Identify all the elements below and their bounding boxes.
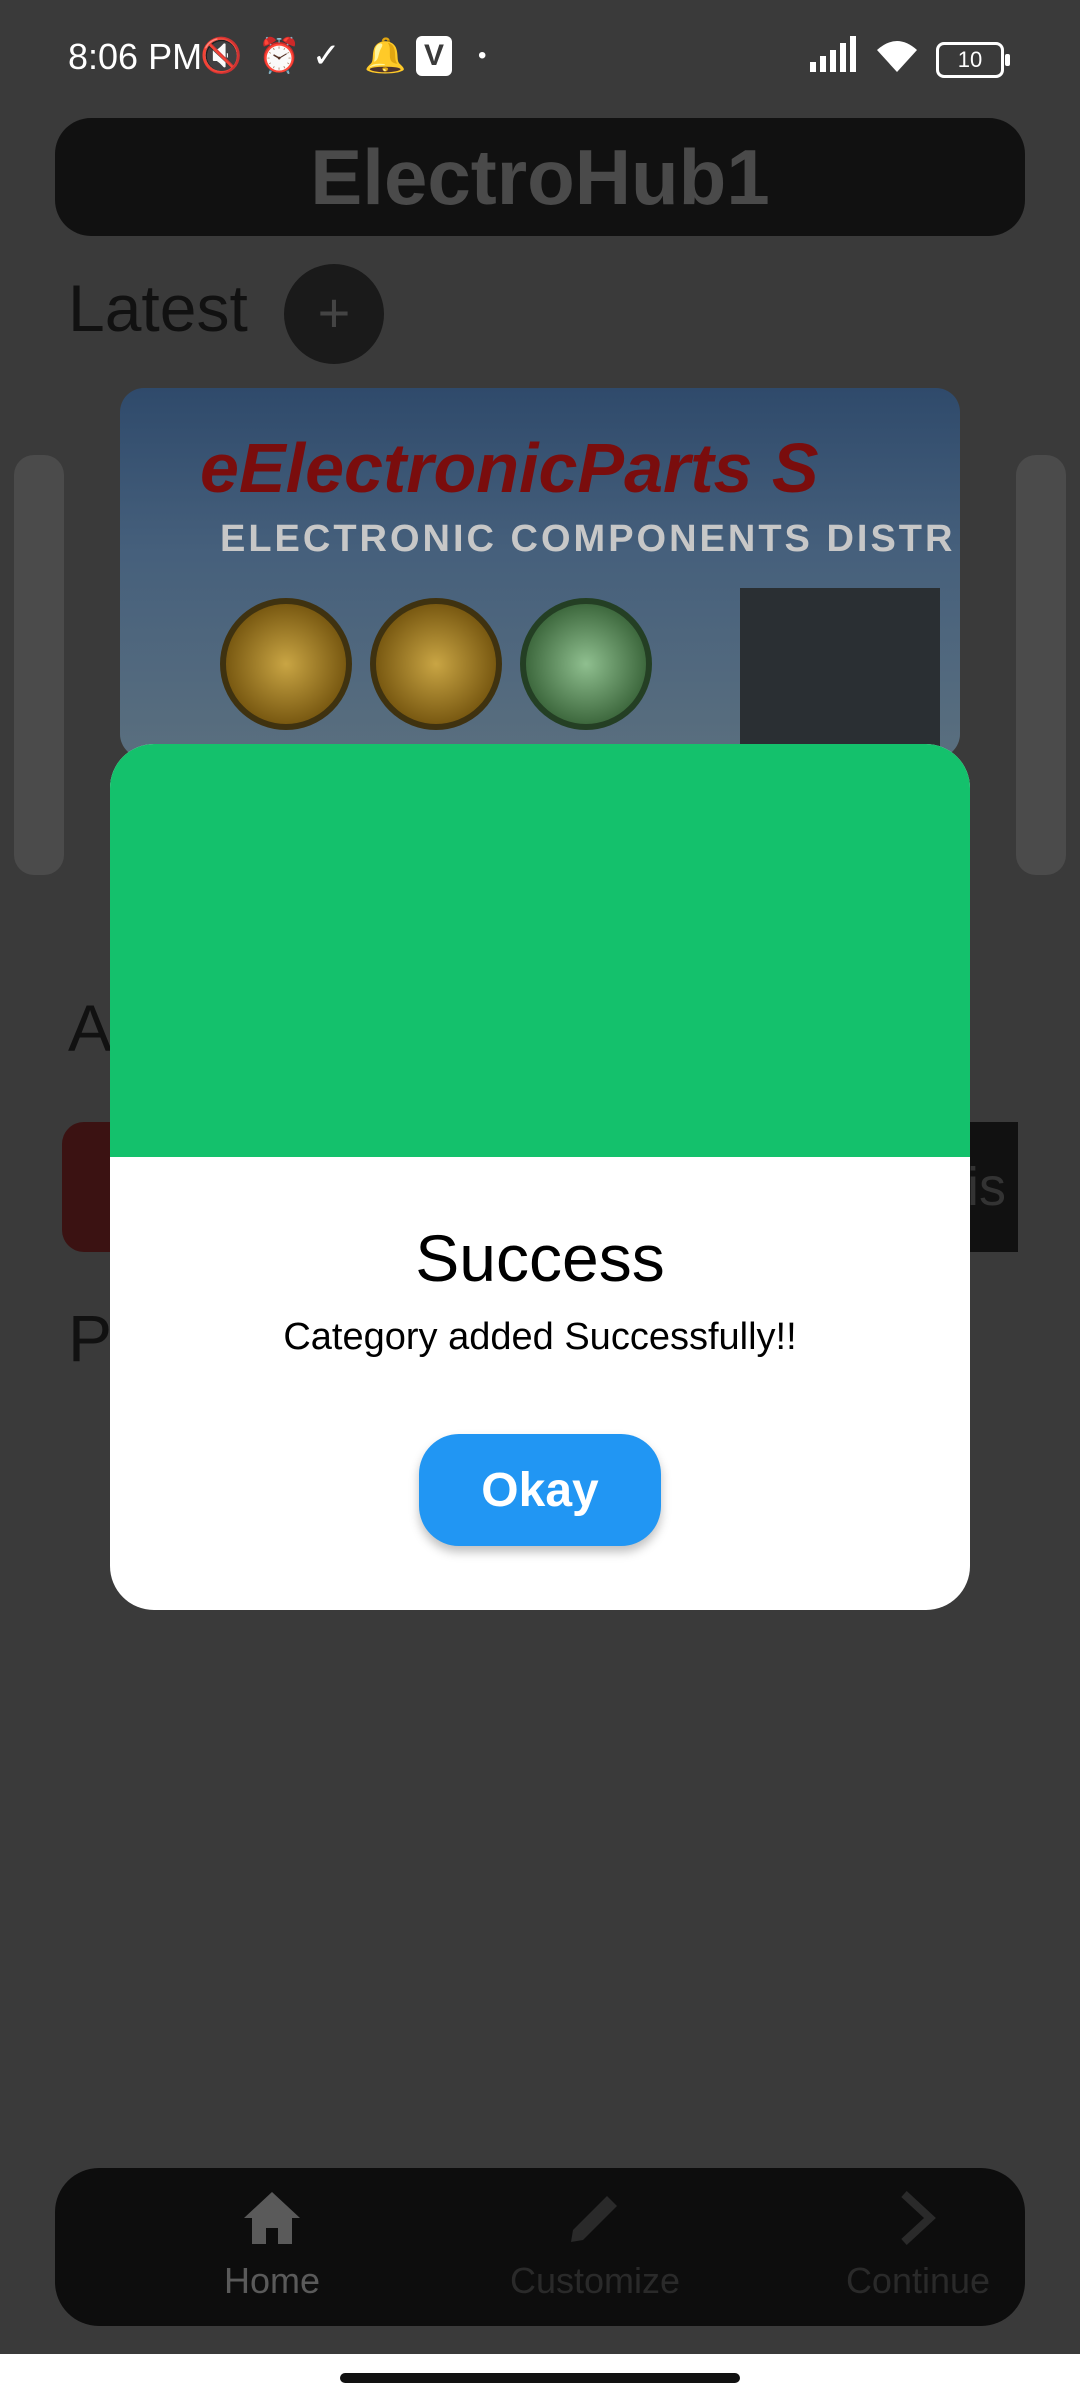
dialog-title: Success (415, 1221, 665, 1295)
carousel-card-current[interactable]: eElectronicParts S ELECTRONIC COMPONENTS… (120, 388, 960, 758)
gesture-bar[interactable] (340, 2373, 740, 2383)
section-heading-p: P (68, 1301, 113, 1375)
carousel-subtitle: ELECTRONIC COMPONENTS DISTR (220, 518, 956, 560)
check-icon: ✓ (312, 37, 341, 75)
status-bar: 8:06 PM 🔇 ⏰ ✓ 🔔 V • 10 (0, 0, 1080, 118)
nav-label-continue: Continue (845, 2260, 991, 2301)
satisfaction-badge-icon (370, 598, 502, 730)
dialog-header (110, 744, 970, 1157)
nav-item-customize[interactable]: Customize (470, 2190, 720, 2302)
app-title: ElectroHub1 (310, 133, 770, 221)
chevron-right-icon (793, 2190, 1043, 2254)
dialog-message: Category added Successfully!! (283, 1316, 797, 1358)
section-heading-a: A (68, 991, 113, 1065)
app-v-icon: V (416, 36, 452, 76)
wifi-icon (872, 36, 922, 76)
status-time: 8:06 PM (68, 36, 203, 77)
bell-icon: 🔔 (364, 37, 407, 75)
success-dialog: Success Category added Successfully!! Ok… (110, 744, 970, 1610)
carousel-banner-text: eElectronicParts S (200, 429, 819, 507)
alarm-icon: ⏰ (258, 37, 301, 75)
nav-item-home[interactable]: Home (147, 2190, 397, 2302)
pencil-icon (470, 2190, 720, 2254)
okay-button[interactable]: Okay (419, 1434, 661, 1546)
home-icon (147, 2190, 397, 2254)
nav-label-customize: Customize (509, 2260, 681, 2301)
warehouse-image (740, 588, 940, 758)
carousel-card-next[interactable] (1016, 455, 1066, 875)
mute-icon: 🔇 (200, 37, 243, 75)
app-bar: ElectroHub1 (55, 118, 1025, 236)
add-category-button[interactable]: + (284, 264, 384, 364)
dot-icon: • (478, 42, 487, 69)
nav-item-continue[interactable]: Continue (793, 2190, 1043, 2302)
bottom-navigation: Home Customize Continue (55, 2168, 1025, 2326)
carousel-card-previous[interactable] (14, 455, 64, 875)
signal-icon (810, 36, 860, 76)
nav-label-home: Home (223, 2260, 321, 2301)
battery-icon: 10 (936, 42, 1010, 78)
quality-badge-icon (220, 598, 352, 730)
latest-heading: Latest (68, 271, 248, 345)
money-back-badge-icon (520, 598, 652, 730)
